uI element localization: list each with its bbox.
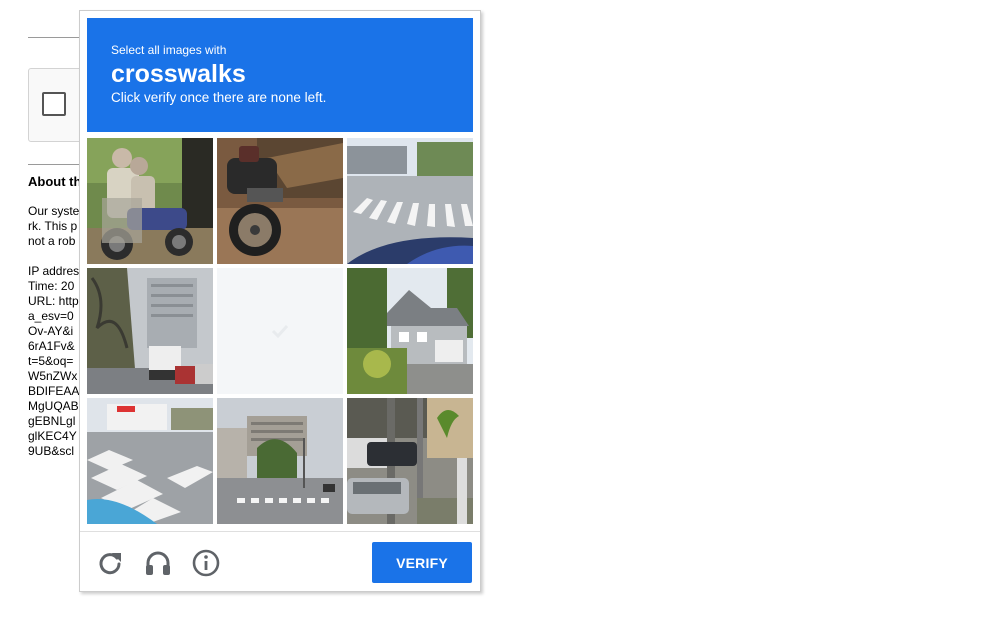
reload-icon[interactable] xyxy=(95,548,125,578)
tile-image-street-crosswalk xyxy=(217,398,343,524)
headphones-icon[interactable] xyxy=(143,548,173,578)
paragraph-line: Our syste xyxy=(28,204,80,218)
verify-button[interactable]: VERIFY xyxy=(372,542,472,583)
challenge-subtext: Click verify once there are none left. xyxy=(111,90,327,105)
about-paragraph: Our syste rk. This p not a rob xyxy=(28,204,79,249)
tile-image-house xyxy=(347,268,473,394)
info-line: W5nZWx xyxy=(28,369,78,383)
tile-image-street-cars xyxy=(87,268,213,394)
divider-top xyxy=(28,37,80,38)
challenge-instruction: Select all images with xyxy=(111,43,227,57)
about-heading: About th xyxy=(28,174,82,189)
captcha-challenge-dialog: Select all images with crosswalks Click … xyxy=(79,10,481,592)
info-line: 6rA1Fv& xyxy=(28,339,75,353)
paragraph-line: rk. This p xyxy=(28,219,78,233)
image-tile-4[interactable] xyxy=(87,268,213,394)
tile-image-parked-cars xyxy=(347,398,473,524)
image-grid xyxy=(87,138,473,524)
image-tile-1[interactable] xyxy=(87,138,213,264)
info-line: Ov-AY&i xyxy=(28,324,74,338)
image-tile-3[interactable] xyxy=(347,138,473,264)
info-line: BDIFEAA xyxy=(28,384,80,398)
image-tile-2[interactable] xyxy=(217,138,343,264)
info-line: MgUQAB xyxy=(28,399,79,413)
info-line: 9UB&scl xyxy=(28,444,75,458)
request-info: IP addres Time: 20 URL: http a_esv=0 Ov-… xyxy=(28,264,79,459)
paragraph-line: not a rob xyxy=(28,234,76,248)
image-tile-8[interactable] xyxy=(217,398,343,524)
info-line: Time: 20 xyxy=(28,279,75,293)
info-line: gEBNLgl xyxy=(28,414,76,428)
tile-image-crosswalk xyxy=(347,138,473,264)
info-icon[interactable] xyxy=(191,548,221,578)
image-tile-6[interactable] xyxy=(347,268,473,394)
image-tile-7[interactable] xyxy=(87,398,213,524)
image-tile-9[interactable] xyxy=(347,398,473,524)
challenge-header: Select all images with crosswalks Click … xyxy=(87,18,473,132)
tile-image-crosswalk xyxy=(87,398,213,524)
info-line: glKEC4Y xyxy=(28,429,77,443)
image-tile-5[interactable] xyxy=(217,268,343,394)
challenge-target: crosswalks xyxy=(111,60,246,88)
tile-image-people-on-motorcycle xyxy=(87,138,213,264)
info-line: IP addres xyxy=(28,264,80,278)
info-line: t=5&oq= xyxy=(28,354,74,368)
tile-image-motorcycle xyxy=(217,138,343,264)
divider-middle xyxy=(28,164,80,165)
check-icon xyxy=(271,324,289,339)
info-line: URL: http xyxy=(28,294,79,308)
info-line: a_esv=0 xyxy=(28,309,74,323)
footer-divider xyxy=(80,531,480,532)
checkbox-unchecked-icon[interactable] xyxy=(42,92,66,116)
